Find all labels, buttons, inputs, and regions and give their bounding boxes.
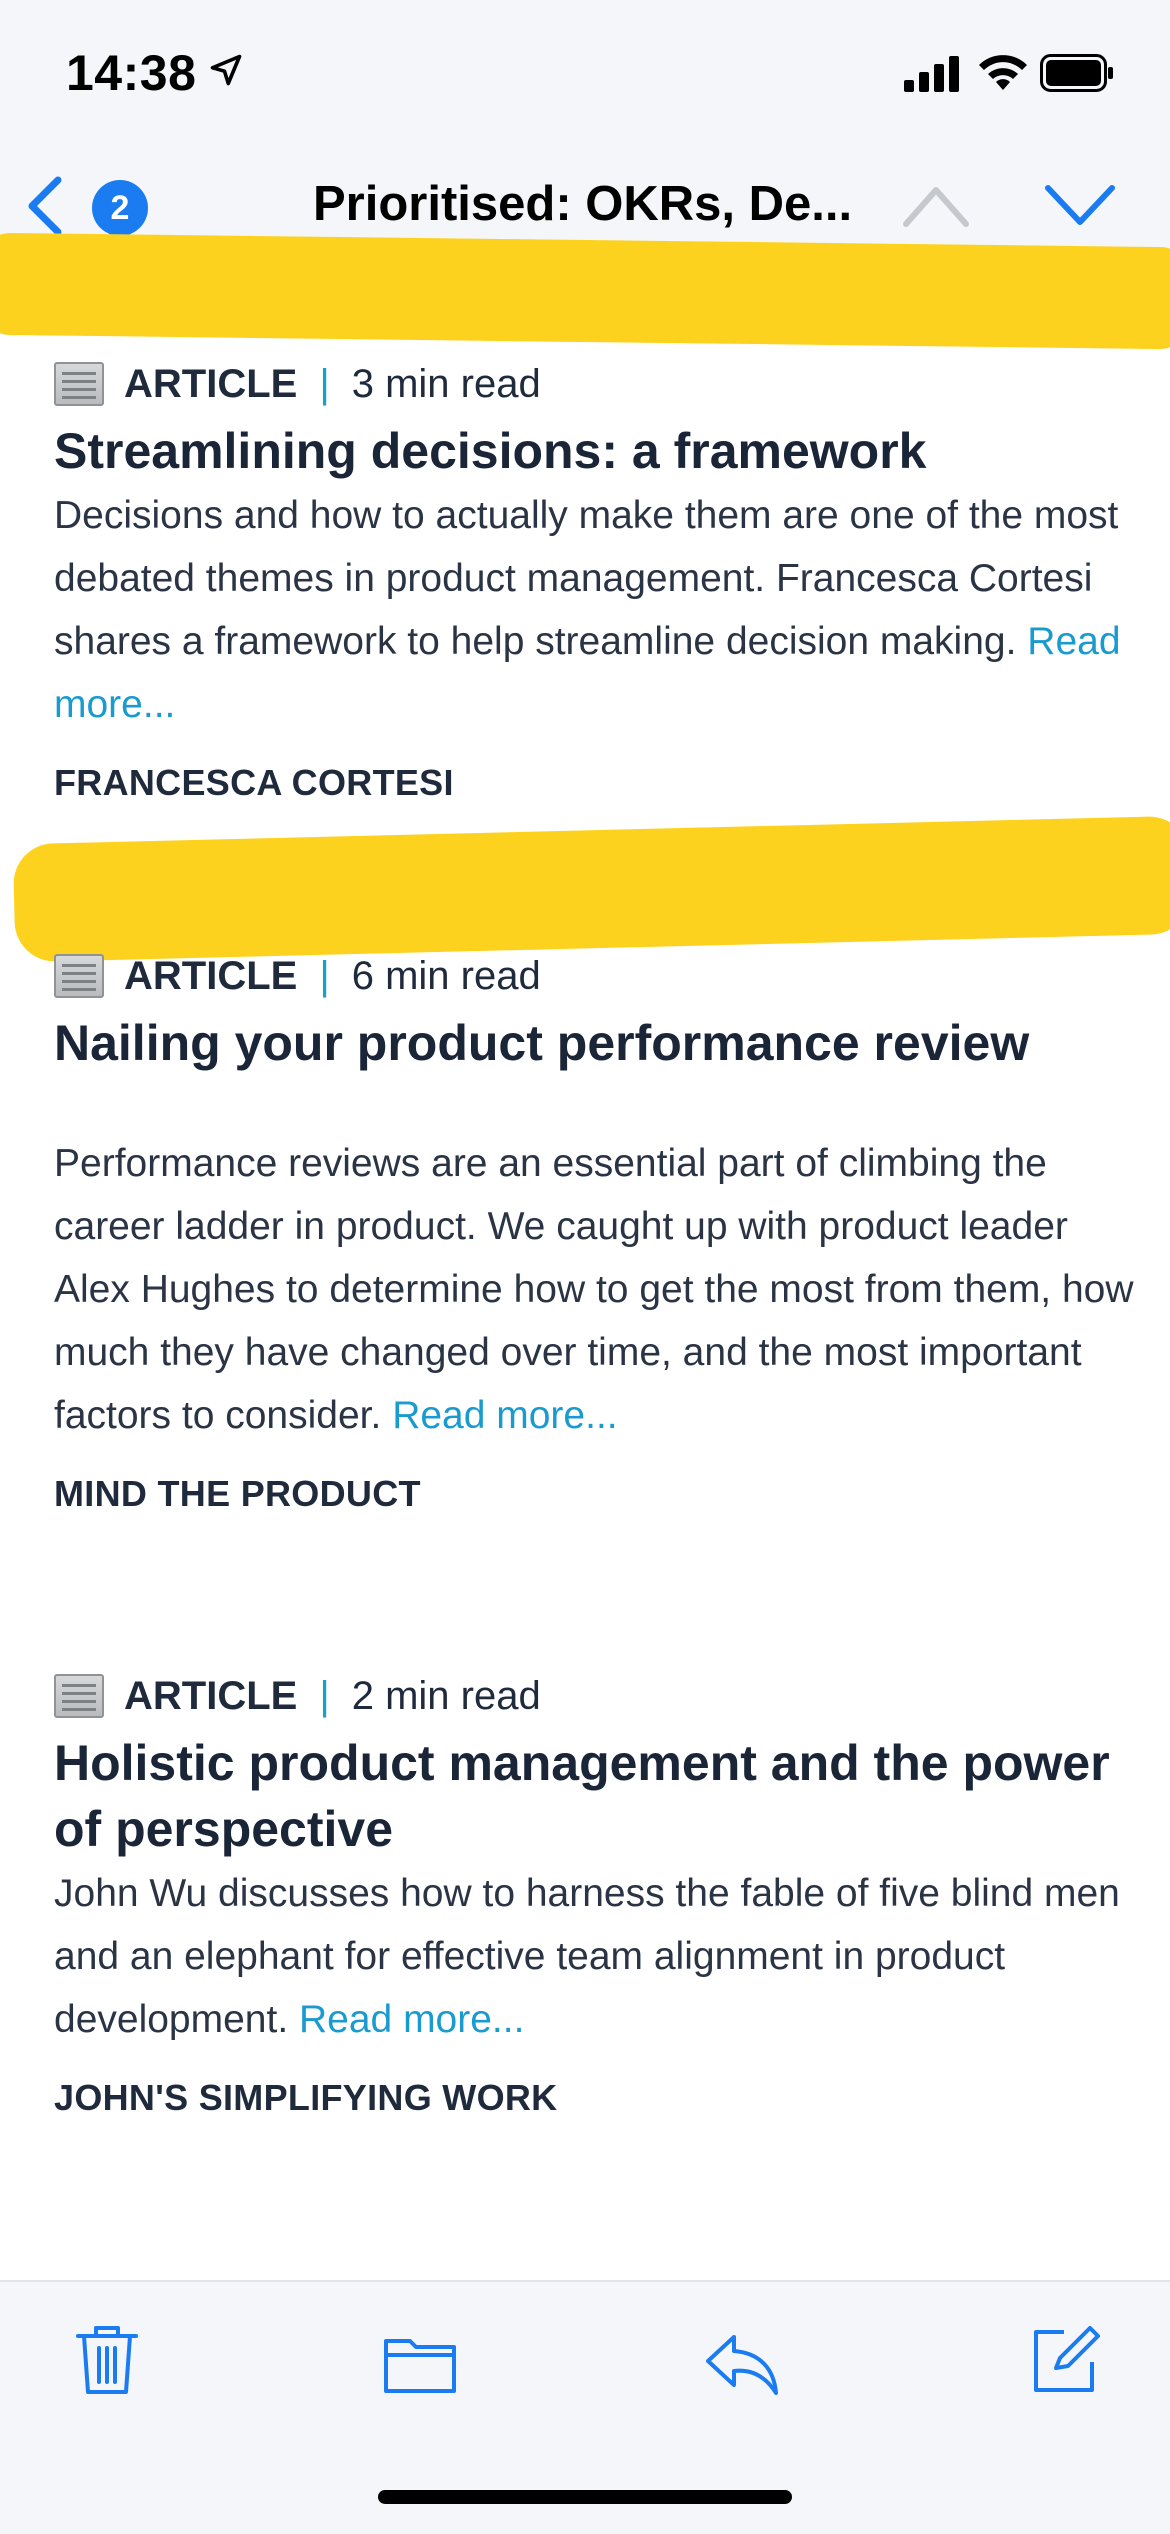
- highlight-marker: [0, 232, 1170, 350]
- battery-icon: [1040, 54, 1113, 92]
- meta-separator: |: [319, 361, 330, 406]
- article-author: JOHN'S SIMPLIFYING WORK: [54, 2077, 558, 2118]
- trash-icon[interactable]: [72, 2322, 142, 2398]
- article-author: FRANCESCA CORTESI: [54, 762, 454, 803]
- cellular-signal-icon: [904, 56, 959, 92]
- description-text: Decisions and how to actually make them …: [54, 494, 1119, 663]
- description-text: John Wu discusses how to harness the fab…: [54, 1872, 1120, 2041]
- newspaper-icon: [54, 954, 104, 998]
- read-time: 6 min read: [351, 953, 541, 998]
- article-card: ARTICLE | 2 min read Holistic product ma…: [54, 1668, 1134, 2119]
- highlight-marker: [12, 815, 1170, 963]
- article-meta: ARTICLE | 2 min read: [54, 1668, 1134, 1724]
- status-bar: 14:38: [0, 0, 1170, 150]
- article-description: Decisions and how to actually make them …: [54, 484, 1134, 736]
- reply-icon[interactable]: [704, 2326, 780, 2402]
- article-meta: ARTICLE | 3 min read: [54, 356, 1134, 412]
- newspaper-icon: [54, 1674, 104, 1718]
- email-subject: Prioritised: OKRs, De...: [313, 177, 853, 231]
- home-indicator[interactable]: [378, 2490, 792, 2504]
- previous-message-button[interactable]: [900, 180, 972, 232]
- article-type: ARTICLE: [124, 953, 298, 998]
- article-card: ARTICLE | 3 min read Streamlining decisi…: [54, 356, 1134, 804]
- read-more-link[interactable]: Read more...: [392, 1394, 617, 1437]
- article-title[interactable]: Streamlining decisions: a framework: [54, 418, 1134, 484]
- compose-icon[interactable]: [1026, 2322, 1102, 2398]
- read-more-link[interactable]: Read more...: [299, 1998, 524, 2041]
- newspaper-icon: [54, 362, 104, 406]
- article-title[interactable]: Nailing your product performance review: [54, 1010, 1134, 1076]
- status-time: 14:38: [66, 45, 197, 101]
- folder-icon[interactable]: [382, 2326, 458, 2402]
- next-message-button[interactable]: [1042, 180, 1118, 232]
- wifi-icon: [979, 55, 1027, 90]
- article-description: Performance reviews are an essential par…: [54, 1132, 1134, 1447]
- article-type: ARTICLE: [124, 1673, 298, 1718]
- unread-count-badge: 2: [92, 180, 148, 236]
- location-arrow-icon: [210, 54, 242, 86]
- read-time: 3 min read: [351, 361, 541, 406]
- article-title[interactable]: Holistic product management and the powe…: [54, 1730, 1134, 1862]
- description-text: Performance reviews are an essential par…: [54, 1142, 1134, 1437]
- meta-separator: |: [319, 1673, 330, 1718]
- article-type: ARTICLE: [124, 361, 298, 406]
- back-button[interactable]: [22, 174, 66, 238]
- article-card: ARTICLE | 6 min read Nailing your produc…: [54, 948, 1134, 1515]
- article-meta: ARTICLE | 6 min read: [54, 948, 1134, 1004]
- meta-separator: |: [319, 953, 330, 998]
- article-description: John Wu discusses how to harness the fab…: [54, 1862, 1134, 2051]
- article-author: MIND THE PRODUCT: [54, 1473, 421, 1514]
- read-time: 2 min read: [351, 1673, 541, 1718]
